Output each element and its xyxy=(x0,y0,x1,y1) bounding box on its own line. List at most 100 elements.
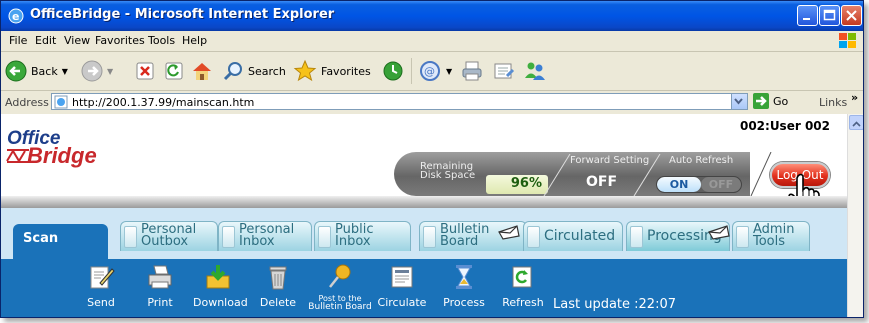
mail-dropdown-icon[interactable]: ▼ xyxy=(446,67,452,76)
address-url: http://200.1.37.99/mainscan.htm xyxy=(72,96,255,109)
home-icon xyxy=(193,63,211,80)
action-bar: Send Print Download Delete Post to the B… xyxy=(1,259,847,317)
search-label: Search xyxy=(248,64,286,78)
disk-space-value: 96% xyxy=(486,175,548,194)
tab-personal-outbox[interactable]: Personal Outbox xyxy=(120,221,218,251)
favorites-button[interactable]: Favorites xyxy=(293,58,371,84)
chevron-up-icon xyxy=(852,121,861,127)
history-button[interactable] xyxy=(382,58,404,84)
tab-bulletin-board[interactable]: Bulletin Board xyxy=(419,221,527,251)
forward-button[interactable]: ▼ xyxy=(81,58,113,84)
printer-icon xyxy=(148,265,172,289)
tab-label-line2: Outbox xyxy=(141,234,189,249)
title-bar[interactable]: e OfficeBridge - Microsoft Internet Expl… xyxy=(1,1,863,31)
close-icon xyxy=(846,10,857,21)
download-icon xyxy=(206,265,230,289)
tab-processing[interactable]: Processing xyxy=(626,221,730,251)
menu-help[interactable]: Help xyxy=(182,34,207,47)
edit-document-icon xyxy=(494,63,515,79)
address-label: Address xyxy=(5,96,49,109)
search-button[interactable]: Search xyxy=(222,58,286,84)
trash-icon xyxy=(269,266,287,290)
menu-file[interactable]: File xyxy=(9,34,27,47)
maximize-button[interactable] xyxy=(819,5,840,26)
download-label: Download xyxy=(193,296,248,309)
tab-flap xyxy=(736,226,749,248)
browser-window: e OfficeBridge - Microsoft Internet Expl… xyxy=(0,0,864,318)
remaining-label-2: Disk Space xyxy=(420,170,476,181)
refresh-page-icon xyxy=(165,62,183,80)
tab-label: Circulated xyxy=(544,228,616,244)
menu-edit[interactable]: Edit xyxy=(35,34,56,47)
address-input[interactable]: http://200.1.37.99/mainscan.htm xyxy=(51,93,748,110)
post-bulletin-board-button[interactable]: Post to the Bulletin Board xyxy=(307,263,373,312)
standard-toolbar: Back ▼ ▼ Search Favorites @ ▼ xyxy=(1,52,863,91)
refresh-page-button[interactable] xyxy=(164,58,184,84)
vertical-scrollbar[interactable] xyxy=(847,114,863,317)
back-label: Back xyxy=(31,64,58,78)
history-icon xyxy=(383,61,403,81)
maximize-icon xyxy=(823,9,836,21)
send-button[interactable]: Send xyxy=(83,263,119,309)
minimize-button[interactable] xyxy=(797,5,818,26)
back-button[interactable]: Back ▼ xyxy=(5,58,68,84)
go-label: Go xyxy=(773,94,789,108)
menu-view[interactable]: View xyxy=(64,34,90,47)
menu-favorites[interactable]: Favorites xyxy=(95,34,145,47)
user-id: 002:User 002 xyxy=(739,119,830,133)
go-arrow-icon xyxy=(753,93,769,109)
tab-label-line2: Board xyxy=(440,234,479,249)
panel-divider xyxy=(543,154,571,196)
print-button[interactable]: Print xyxy=(143,263,177,309)
mail-button[interactable]: @ ▼ xyxy=(418,58,452,84)
menu-tools[interactable]: Tools xyxy=(148,34,175,47)
download-button[interactable]: Download xyxy=(193,263,248,309)
stop-button[interactable] xyxy=(135,58,155,84)
last-update-text: Last update :22:07 xyxy=(553,297,676,312)
back-dropdown-icon[interactable]: ▼ xyxy=(62,67,68,76)
stop-icon xyxy=(136,62,154,80)
process-button[interactable]: Process xyxy=(439,263,489,309)
home-button[interactable] xyxy=(191,58,213,84)
auto-refresh-off[interactable]: OFF xyxy=(701,177,741,192)
officebridge-logo: Office Bridge xyxy=(6,128,97,168)
messenger-button[interactable] xyxy=(523,58,547,84)
edit-page-button[interactable] xyxy=(493,58,515,84)
tab-personal-inbox[interactable]: Personal Inbox xyxy=(218,221,312,251)
auto-refresh-toggle[interactable]: ON OFF xyxy=(656,176,742,193)
address-dropdown-button[interactable] xyxy=(731,94,747,109)
send-label: Send xyxy=(87,296,115,309)
auto-refresh-on[interactable]: ON xyxy=(657,177,701,192)
forward-setting-value: OFF xyxy=(586,174,618,190)
close-button[interactable] xyxy=(841,5,862,26)
envelope-icon xyxy=(498,225,520,240)
circulate-label: Circulate xyxy=(377,296,427,309)
process-label: Process xyxy=(443,296,485,309)
address-bar: Address http://200.1.37.99/mainscan.htm … xyxy=(1,91,863,113)
post-label-line2: Bulletin Board xyxy=(308,302,372,312)
tab-scan[interactable]: Scan xyxy=(13,224,108,259)
tab-flap xyxy=(630,226,643,248)
refresh-button[interactable]: Refresh xyxy=(501,263,545,309)
back-arrow-icon xyxy=(5,60,27,82)
auto-refresh-label: Auto Refresh xyxy=(669,155,734,166)
tab-flap xyxy=(318,226,331,248)
tab-admin-tools[interactable]: Admin Tools xyxy=(732,221,810,251)
header-divider-band xyxy=(1,196,847,208)
pin-icon xyxy=(329,264,351,288)
tab-flap xyxy=(527,226,540,248)
forward-dropdown-icon[interactable]: ▼ xyxy=(107,67,113,76)
svg-text:@: @ xyxy=(424,65,435,78)
page-content: Office Bridge 002:User 002 Remaining Dis… xyxy=(1,114,847,317)
links-expand-icon[interactable]: » xyxy=(851,91,858,104)
print-page-button[interactable] xyxy=(461,58,483,84)
ie-logo-icon: e xyxy=(8,8,24,24)
delete-button[interactable]: Delete xyxy=(259,263,297,309)
tab-public-inbox[interactable]: Public Inbox xyxy=(314,221,411,251)
go-button[interactable]: Go xyxy=(753,93,788,109)
links-label[interactable]: Links xyxy=(819,96,847,109)
scroll-up-button[interactable] xyxy=(849,115,863,130)
tab-circulated[interactable]: Circulated xyxy=(523,221,623,251)
tab-flap xyxy=(222,226,235,248)
circulate-button[interactable]: Circulate xyxy=(377,263,427,309)
